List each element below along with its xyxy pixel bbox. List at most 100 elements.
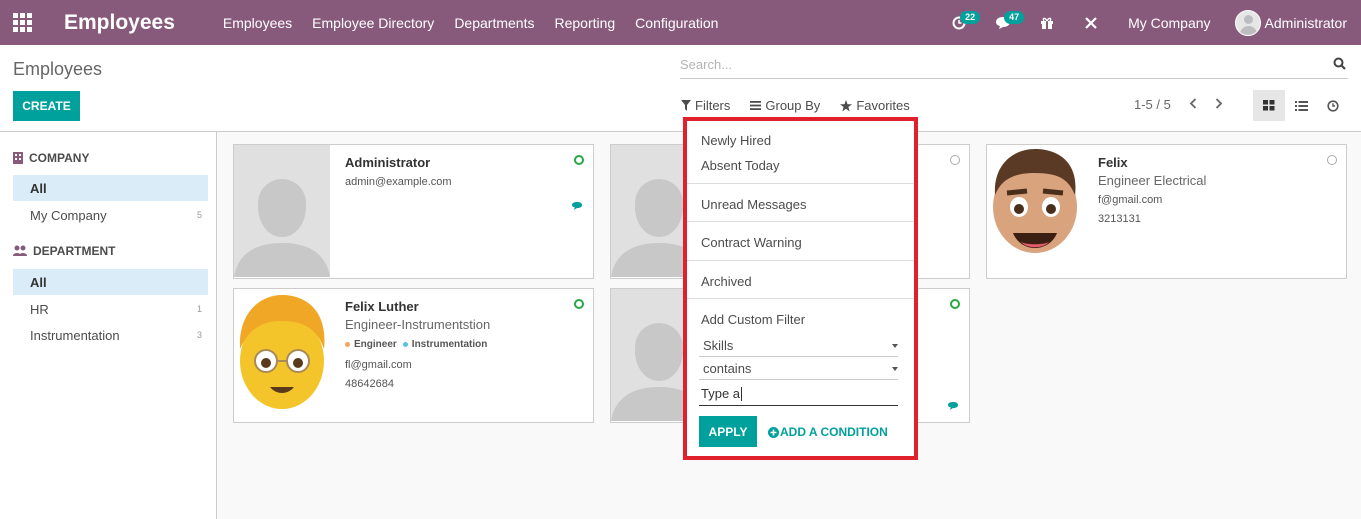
search-bar <box>680 55 1348 79</box>
divider <box>687 221 914 222</box>
company-count: 5 <box>196 210 202 220</box>
department-filter-hr-label: HR <box>30 301 49 317</box>
activity-clock-icon[interactable]: 22 <box>946 0 981 45</box>
tag-engineer: Engineer <box>354 339 397 350</box>
hr-count: 1 <box>196 304 202 314</box>
activity-view-clock-icon[interactable] <box>1317 90 1349 121</box>
employee-job-title: Engineer-Instrumentstion <box>345 317 491 332</box>
users-icon <box>13 245 27 256</box>
employee-name: Administrator <box>345 155 431 170</box>
department-filter-hr[interactable]: HR 1 <box>13 296 208 322</box>
pager-next-icon[interactable] <box>1215 97 1223 112</box>
chat-icon[interactable] <box>571 199 584 214</box>
divider <box>687 298 914 299</box>
caret-down-icon <box>892 367 898 371</box>
employee-phone: 48642684 <box>345 378 394 390</box>
employee-name: Felix Luther <box>345 299 419 314</box>
pager-value[interactable]: 1-5 / 5 <box>1134 97 1171 112</box>
gift-icon[interactable] <box>1034 0 1060 45</box>
employee-card[interactable]: Felix Engineer Electrical f@gmail.com 32… <box>986 144 1347 279</box>
company-filter-my-company-label: My Company <box>30 207 107 223</box>
department-title-text: DEPARTMENT <box>33 244 116 258</box>
plus-circle-icon <box>768 426 779 438</box>
menu-configuration[interactable]: Configuration <box>635 15 718 31</box>
apps-menu-icon[interactable] <box>0 0 45 45</box>
company-filter-all[interactable]: All <box>13 175 208 201</box>
filter-archived[interactable]: Archived <box>701 274 752 289</box>
search-input[interactable] <box>680 57 1310 72</box>
employee-photo-emoji <box>234 289 330 421</box>
presence-offline-icon <box>950 155 960 165</box>
filter-newly-hired[interactable]: Newly Hired <box>701 133 771 148</box>
control-panel: Employees CREATE Filters Group By Favori… <box>0 45 1361 132</box>
department-filter-all-label: All <box>30 274 47 290</box>
employee-job-title: Engineer Electrical <box>1098 173 1207 188</box>
company-switcher[interactable]: My Company <box>1128 15 1210 31</box>
field-select-value: Skills <box>703 338 734 353</box>
add-custom-filter-toggle[interactable]: Add Custom Filter <box>701 312 805 327</box>
presence-online-icon <box>950 299 960 309</box>
add-condition-label: ADD A CONDITION <box>780 425 888 439</box>
filters-button[interactable]: Filters <box>681 98 730 113</box>
employee-card[interactable]: Felix Luther Engineer-Instrumentstion En… <box>233 288 594 423</box>
presence-online-icon <box>574 155 584 165</box>
filter-unread-messages[interactable]: Unread Messages <box>701 197 807 212</box>
divider <box>687 183 914 184</box>
company-filter-my-company[interactable]: My Company 5 <box>13 202 208 228</box>
building-icon <box>13 152 23 164</box>
employee-name: Felix <box>1098 155 1128 170</box>
tag-instrumentation: Instrumentation <box>411 339 488 350</box>
employee-card[interactable]: Administrator admin@example.com <box>233 144 594 279</box>
filter-contract-warning[interactable]: Contract Warning <box>701 235 802 250</box>
filter-absent-today[interactable]: Absent Today <box>701 158 780 173</box>
search-panel-sidebar: COMPANY All My Company 5 DEPARTMENT All … <box>0 132 217 519</box>
messages-badge: 47 <box>1004 11 1025 24</box>
tag-color-dot <box>402 342 408 347</box>
user-menu[interactable]: Administrator <box>1265 15 1347 31</box>
custom-filter-value-input[interactable]: Type a <box>699 382 898 406</box>
favorites-button[interactable]: Favorites <box>840 98 910 113</box>
department-filter-all[interactable]: All <box>13 269 208 295</box>
company-section-title: COMPANY <box>13 151 89 165</box>
favorites-label: Favorites <box>856 98 910 113</box>
kanban-view-icon[interactable] <box>1253 90 1285 121</box>
add-condition-button[interactable]: ADD A CONDITION <box>768 425 888 439</box>
divider <box>687 260 914 261</box>
department-filter-instrumentation[interactable]: Instrumentation 3 <box>13 322 208 348</box>
caret-down-icon <box>892 344 898 348</box>
presence-offline-icon <box>1327 155 1337 165</box>
view-switcher <box>1253 90 1349 121</box>
company-filter-all-label: All <box>30 180 47 196</box>
apply-button[interactable]: APPLY <box>699 416 757 447</box>
list-view-icon[interactable] <box>1285 90 1317 121</box>
menu-reporting[interactable]: Reporting <box>554 15 615 31</box>
tools-icon[interactable] <box>1078 0 1104 45</box>
main-menu: Employees Employee Directory Departments… <box>223 15 739 31</box>
value-input-text: Type a <box>701 386 741 401</box>
text-cursor <box>741 386 743 401</box>
menu-departments[interactable]: Departments <box>454 15 534 31</box>
pager-previous-icon[interactable] <box>1189 97 1197 112</box>
department-section-title: DEPARTMENT <box>13 244 115 258</box>
chat-icon[interactable] <box>947 399 960 414</box>
menu-employees[interactable]: Employees <box>223 15 292 31</box>
filters-dropdown: Newly Hired Absent Today Unread Messages… <box>683 117 918 460</box>
search-icon[interactable] <box>1333 57 1346 73</box>
list-bars-icon <box>750 101 762 110</box>
pager: 1-5 / 5 <box>1134 97 1223 112</box>
placeholder-avatar-image <box>234 145 330 277</box>
custom-filter-operator-select[interactable]: contains <box>699 358 898 380</box>
instrumentation-count: 3 <box>196 330 202 340</box>
menu-employee-directory[interactable]: Employee Directory <box>312 15 434 31</box>
employee-email: f@gmail.com <box>1098 194 1163 206</box>
tag-color-dot <box>345 342 350 347</box>
company-title-text: COMPANY <box>29 151 90 165</box>
messages-icon[interactable]: 47 <box>990 0 1025 45</box>
filters-label: Filters <box>695 98 731 113</box>
groupby-button[interactable]: Group By <box>750 98 820 113</box>
create-button[interactable]: CREATE <box>13 91 80 121</box>
user-avatar[interactable] <box>1234 9 1261 36</box>
employee-photo-emoji <box>987 145 1083 277</box>
employee-tags: Engineer Instrumentation <box>345 339 487 350</box>
custom-filter-field-select[interactable]: Skills <box>699 335 898 357</box>
